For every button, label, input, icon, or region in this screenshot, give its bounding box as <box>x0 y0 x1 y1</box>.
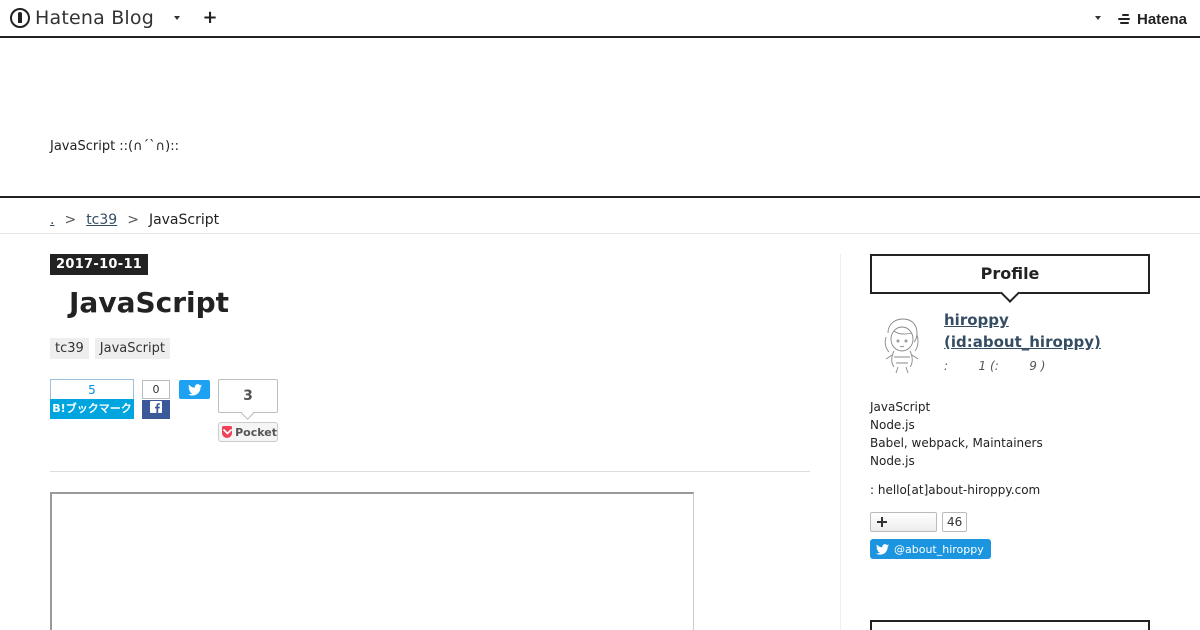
category-tag[interactable]: tc39 <box>50 338 89 359</box>
twitter-follow-label: @about_hiroppy <box>894 542 984 556</box>
hatena-bookmark-label: B!ブックマーク <box>50 399 134 419</box>
profile-description-line: Node.js <box>870 454 915 468</box>
breadcrumb-home-link[interactable]: . <box>50 212 54 228</box>
pocket-label: Pocket <box>218 422 278 442</box>
hatena-text: Hatena <box>1137 10 1188 28</box>
entry-categories: tc39 JavaScript <box>50 338 170 359</box>
blog-header: JavaScript ::(∩´`∩):: <box>0 38 1200 198</box>
breadcrumb: . > tc39 > JavaScript <box>50 212 219 228</box>
profile-meta: : 1 (: 9 ) <box>944 359 1046 373</box>
profile-description-line: JavaScript <box>870 400 931 414</box>
twitter-follow-button[interactable]: @about_hiroppy <box>870 539 991 559</box>
plus-icon[interactable]: + <box>202 9 218 27</box>
breadcrumb-separator: > <box>64 212 77 228</box>
global-header: Hatena Blog + Hatena <box>0 0 1200 38</box>
facebook-share-button[interactable]: 0 <box>142 380 170 419</box>
blog-title[interactable]: JavaScript ::(∩´`∩):: <box>50 139 179 154</box>
profile-id: (id:about_hiroppy) <box>944 333 1101 351</box>
pocket-label-text: Pocket <box>235 425 277 439</box>
profile-name-link[interactable]: hiroppy (id:about_hiroppy) <box>944 309 1144 353</box>
chevron-down-icon[interactable] <box>171 10 183 26</box>
hatena-bookmark-button[interactable]: 5 B!ブックマーク <box>50 379 134 419</box>
embedded-content-frame <box>50 492 694 630</box>
profile-description-line: Babel, webpack, Maintainers <box>870 436 1043 450</box>
breadcrumb-category-link[interactable]: tc39 <box>86 212 117 228</box>
hatena-blog-logo[interactable]: Hatena Blog <box>10 6 154 30</box>
twitter-bird-icon <box>187 383 202 396</box>
profile-description: JavaScript Node.js Babel, webpack, Maint… <box>870 398 1043 470</box>
content-divider <box>50 471 810 472</box>
column-divider <box>840 254 841 630</box>
account-menu-chevron-icon[interactable] <box>1092 10 1104 26</box>
follower-count: 46 <box>942 512 968 532</box>
profile-heading: Profile <box>870 254 1150 294</box>
facebook-share-count: 0 <box>142 380 170 399</box>
breadcrumb-divider <box>0 233 1200 234</box>
twitter-share-button[interactable] <box>179 380 210 399</box>
twitter-bird-icon <box>876 543 889 555</box>
avatar[interactable] <box>870 311 934 375</box>
pocket-button[interactable]: 3 Pocket <box>218 379 278 442</box>
logo-text: Hatena Blog <box>35 7 154 29</box>
entry-date[interactable]: 2017-10-11 <box>50 254 149 275</box>
profile-contact: : hello[at]about-hiroppy.com <box>870 483 1041 497</box>
hatena-blog-logo-icon <box>10 8 30 28</box>
hatena-bookmark-count: 5 <box>50 379 134 399</box>
entry-title[interactable]: JavaScript <box>69 286 229 319</box>
breadcrumb-current: JavaScript <box>148 212 220 228</box>
category-tag[interactable]: JavaScript <box>94 338 170 359</box>
profile-username: hiroppy <box>944 311 1009 329</box>
pocket-icon <box>222 426 233 438</box>
breadcrumb-separator: > <box>127 212 139 228</box>
facebook-icon <box>142 400 170 419</box>
hatena-logo[interactable]: Hatena <box>1118 9 1187 29</box>
hatena-logo-icon <box>1118 13 1134 25</box>
follow-button[interactable] <box>870 512 937 532</box>
profile-description-line: Node.js <box>870 418 915 432</box>
pocket-count: 3 <box>218 379 278 413</box>
sidebar-module-box <box>870 620 1150 630</box>
